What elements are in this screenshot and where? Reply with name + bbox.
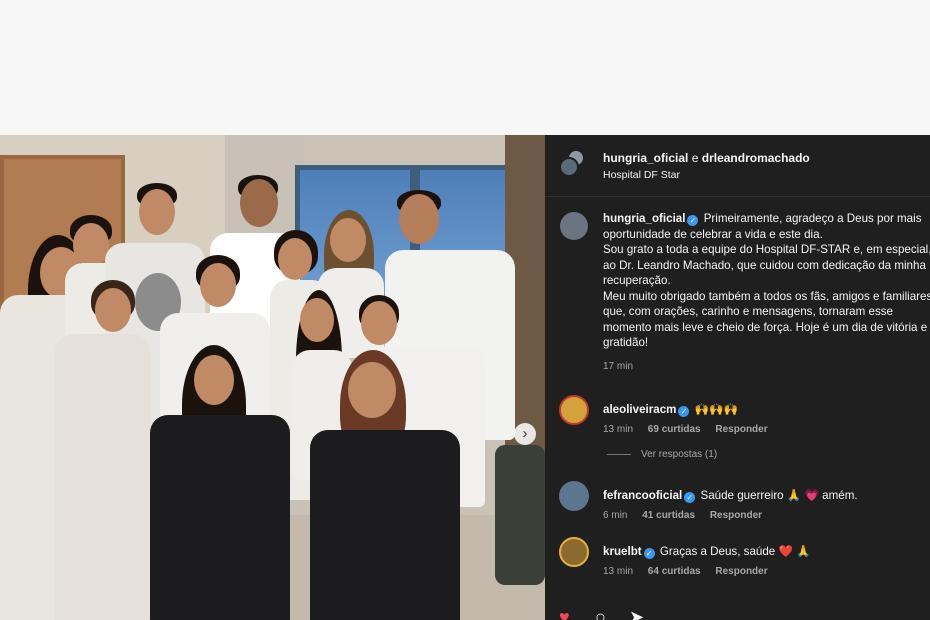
avatar[interactable] — [559, 395, 589, 425]
comment-meta: 6 min 41 curtidas Responder — [603, 510, 774, 521]
replies-divider — [607, 453, 631, 455]
avatar[interactable] — [560, 212, 588, 240]
comment-time: 13 min — [603, 424, 634, 435]
authors-conjunction: e — [691, 151, 699, 165]
verified-badge-icon: ✓ — [684, 492, 696, 503]
avatar[interactable] — [559, 481, 589, 511]
avatar[interactable] — [559, 157, 579, 177]
comment: fefrancooficial ✓ Saúde guerreiro 🙏 💗 amé… — [545, 481, 930, 531]
post-caption: hungria_oficial ✓ Primeiramente, agradeço… — [603, 211, 930, 351]
comment-time: 13 min — [603, 566, 634, 577]
verified-badge-icon: ✓ — [678, 406, 690, 417]
comment-body: 🙌🙌🙌 — [694, 403, 739, 416]
view-replies-button[interactable]: Ver respostas (1) — [607, 449, 717, 460]
page-background — [0, 0, 930, 135]
comment-username[interactable]: kruelbt — [603, 545, 642, 558]
view-replies-label: Ver respostas (1) — [641, 449, 718, 460]
post-photo[interactable]: › — [0, 135, 545, 620]
comment-username[interactable]: fefrancooficial — [603, 489, 682, 502]
avatar[interactable] — [559, 537, 589, 567]
comment-meta: 13 min 69 curtidas Responder — [603, 424, 780, 435]
comment-body: Graças a Deus, saúde ❤️ 🙏 — [659, 545, 811, 558]
post-modal: › hungria_oficial e drleandromachado Hos… — [0, 135, 930, 620]
post-header: hungria_oficial e drleandromachado Hospi… — [545, 135, 930, 197]
post-side-panel: hungria_oficial e drleandromachado Hospi… — [545, 135, 930, 620]
comment-reply-button[interactable]: Responder — [710, 510, 762, 521]
comment-icon[interactable]: ○ — [595, 607, 615, 620]
caption-text: Primeiramente, agradeço a Deus por mais … — [603, 212, 930, 349]
photo-chair — [495, 445, 545, 585]
comment-username[interactable]: aleoliveiracm — [603, 403, 676, 416]
comment-likes[interactable]: 41 curtidas — [642, 510, 695, 521]
comment: kruelbt ✓ Graças a Deus, saúde ❤️ 🙏 13 mi… — [545, 537, 930, 587]
comment-time: 6 min — [603, 510, 628, 521]
coauthor-username[interactable]: drleandromachado — [702, 151, 810, 165]
author-username[interactable]: hungria_oficial — [603, 151, 688, 165]
caption-username[interactable]: hungria_oficial — [603, 212, 685, 225]
comment-meta: 13 min 64 curtidas Responder — [603, 566, 780, 577]
caption-timestamp: 17 min — [603, 361, 634, 372]
comment-text-row: aleoliveiracm ✓ 🙌🙌🙌 — [603, 402, 738, 417]
comment-reply-button[interactable]: Responder — [715, 424, 767, 435]
chevron-right-icon[interactable]: › — [514, 423, 536, 445]
post-authors: hungria_oficial e drleandromachado — [603, 151, 810, 165]
verified-badge-icon: ✓ — [687, 215, 699, 226]
comment-reply-button[interactable]: Responder — [715, 566, 767, 577]
comment-text-row: fefrancooficial ✓ Saúde guerreiro 🙏 💗 amé… — [603, 488, 858, 503]
comment-likes[interactable]: 64 curtidas — [648, 566, 701, 577]
verified-badge-icon: ✓ — [643, 548, 655, 559]
comment-likes[interactable]: 69 curtidas — [648, 424, 701, 435]
send-icon[interactable]: ➤ — [629, 607, 649, 620]
comment: aleoliveiracm ✓ 🙌🙌🙌 13 min 69 curtidas Re… — [545, 395, 930, 445]
comment-body: Saúde guerreiro 🙏 💗 amém. — [700, 489, 858, 502]
post-location[interactable]: Hospital DF Star — [603, 169, 680, 181]
comment-text-row: kruelbt ✓ Graças a Deus, saúde ❤️ 🙏 — [603, 544, 811, 559]
heart-icon[interactable]: ♥ — [559, 607, 579, 620]
